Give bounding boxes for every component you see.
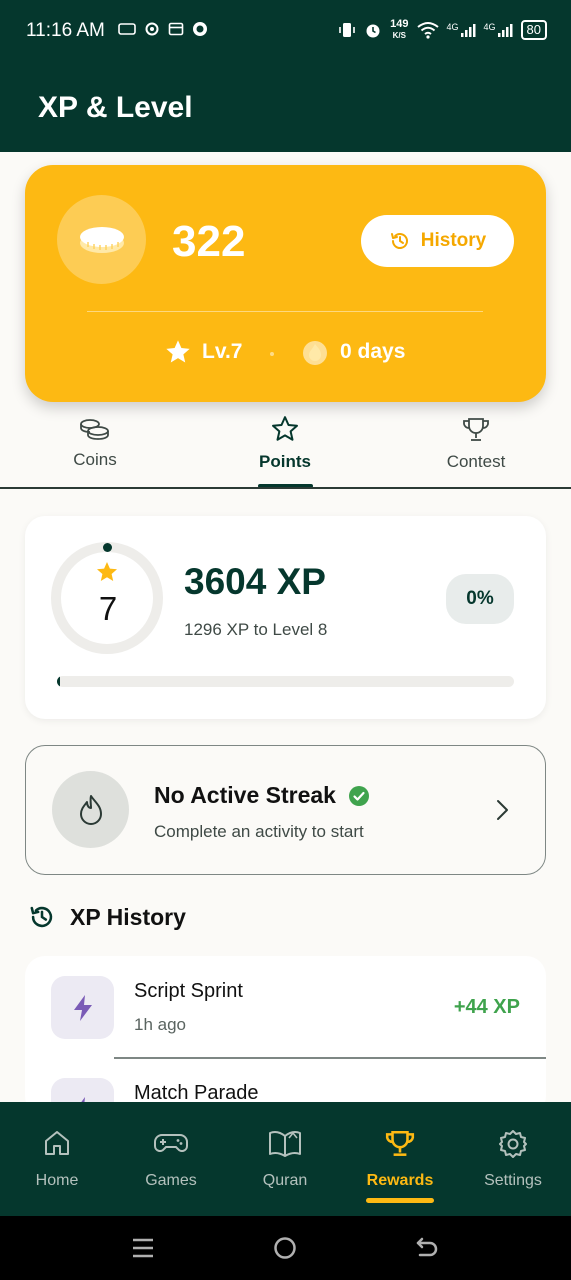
- nav-settings[interactable]: Settings: [458, 1128, 568, 1190]
- coin-balance: 322: [172, 217, 246, 266]
- vibrate-icon: [339, 23, 355, 37]
- status-system-icons: 149 K/S 4G 4G 80: [338, 19, 547, 41]
- gear-icon: [499, 1130, 527, 1158]
- status-bar: 11:16 AM 149 K/S 4G 4G 80: [0, 0, 571, 64]
- signal-icon: [497, 24, 513, 37]
- signal-1-label: 4G: [446, 22, 459, 32]
- separator-dot: [270, 352, 274, 356]
- xp-level-card: 7 3604 XP 1296 XP to Level 8 0%: [25, 516, 546, 719]
- lightning-icon: [73, 994, 92, 1021]
- signal-2: 4G: [484, 22, 513, 38]
- nav-rewards[interactable]: Rewards: [345, 1128, 455, 1190]
- nav-home-label: Home: [35, 1172, 79, 1189]
- net-speed-unit: K/S: [392, 31, 406, 40]
- tab-coins-label: Coins: [73, 450, 117, 469]
- activity-time: 1h ago: [134, 1015, 186, 1034]
- signal-1: 4G: [447, 22, 476, 38]
- home-icon: [45, 1131, 69, 1155]
- tab-bar: Coins Points Contest: [0, 408, 571, 490]
- card-divider: [87, 311, 483, 312]
- star-icon: [166, 340, 190, 363]
- coin-icon: [79, 226, 124, 253]
- calendar-status-icon: [168, 22, 184, 36]
- nav-quran-label: Quran: [262, 1172, 308, 1189]
- nav-settings-label: Settings: [484, 1172, 542, 1189]
- active-nav-indicator: [366, 1198, 434, 1203]
- signal-2-label: 4G: [483, 22, 496, 32]
- streak-title: No Active Streak: [154, 782, 370, 809]
- star-outline-icon: [272, 416, 298, 441]
- nav-games-label: Games: [145, 1172, 197, 1189]
- trophy-icon: [463, 418, 489, 441]
- streak-card[interactable]: No Active Streak Complete an activity to…: [25, 745, 546, 875]
- trophy-icon: [385, 1130, 415, 1156]
- gear-status-icon: [145, 22, 159, 36]
- nav-rewards-label: Rewards: [366, 1172, 434, 1189]
- home-circle-icon[interactable]: [273, 1236, 297, 1260]
- xp-to-next-level: 1296 XP to Level 8: [184, 620, 328, 639]
- app-header: 11:16 AM 149 K/S 4G 4G 80 XP & Level: [0, 0, 571, 152]
- xp-history-heading: XP History: [28, 903, 186, 931]
- tab-contest[interactable]: Contest: [381, 408, 571, 488]
- streak-badge: [52, 771, 129, 848]
- back-icon[interactable]: [414, 1236, 440, 1260]
- nav-quran[interactable]: Quran: [230, 1128, 340, 1190]
- star-icon: [97, 562, 117, 581]
- tab-divider: [0, 487, 571, 489]
- xp-history-list: Script Sprint 1h ago +44 XP Match Parade: [25, 956, 546, 1116]
- tab-points-label: Points: [259, 452, 311, 471]
- check-circle-icon: [348, 785, 369, 806]
- page-title: XP & Level: [38, 91, 193, 124]
- streak-days-label: 0 days: [340, 340, 406, 363]
- tab-contest-label: Contest: [446, 452, 506, 471]
- notification-icon: [118, 23, 136, 35]
- alarm-icon: [366, 24, 380, 38]
- flame-icon: [79, 794, 102, 825]
- streak-title-text: No Active Streak: [154, 782, 336, 808]
- coins-summary-card: 322 History Lv.7 0 days: [25, 165, 546, 402]
- coins-icon: [80, 419, 109, 440]
- level-progress-bar: [57, 676, 514, 687]
- net-speed-value: 149: [390, 18, 409, 30]
- chevron-right-icon: [497, 800, 508, 820]
- activity-name: Script Sprint: [134, 980, 243, 1002]
- activity-icon-tile: [51, 976, 114, 1039]
- xp-history-title: XP History: [70, 903, 186, 930]
- bottom-navigation: Home Games Quran Rewards Settings: [0, 1102, 571, 1216]
- tab-points[interactable]: Points: [190, 408, 380, 488]
- recent-apps-icon[interactable]: [131, 1237, 155, 1259]
- history-icon: [390, 233, 408, 249]
- tab-coins[interactable]: Coins: [0, 408, 190, 488]
- streak-indicator: 0 days: [302, 338, 405, 366]
- status-notification-icons: [118, 21, 208, 37]
- gamepad-icon: [154, 1134, 188, 1152]
- list-item[interactable]: Script Sprint 1h ago +44 XP: [25, 956, 546, 1059]
- history-button[interactable]: History: [361, 215, 514, 267]
- history-label: History: [420, 230, 487, 251]
- book-icon: [269, 1131, 301, 1157]
- level-label: Lv.7: [202, 340, 243, 363]
- system-navigation-bar: [0, 1216, 571, 1280]
- level-indicator: Lv.7: [164, 338, 242, 366]
- ring-progress-dot: [103, 543, 112, 552]
- status-time: 11:16 AM: [26, 20, 105, 41]
- streak-subtitle: Complete an activity to start: [154, 822, 364, 841]
- progress-percent-badge: 0%: [446, 574, 514, 624]
- nav-games[interactable]: Games: [116, 1128, 226, 1190]
- flame-icon: [303, 341, 327, 365]
- activity-xp: +44 XP: [453, 996, 520, 1018]
- whatsapp-status-icon: [193, 22, 207, 36]
- nav-home[interactable]: Home: [2, 1128, 112, 1190]
- level-number: 7: [98, 590, 118, 627]
- coin-badge: [57, 195, 146, 284]
- net-speed: 149 K/S: [390, 19, 408, 41]
- signal-icon: [460, 24, 476, 37]
- battery-indicator: 80: [520, 20, 547, 40]
- history-icon: [30, 906, 53, 928]
- wifi-icon: [416, 22, 439, 39]
- xp-total: 3604 XP: [184, 561, 326, 602]
- level-progress-fill: [57, 676, 60, 687]
